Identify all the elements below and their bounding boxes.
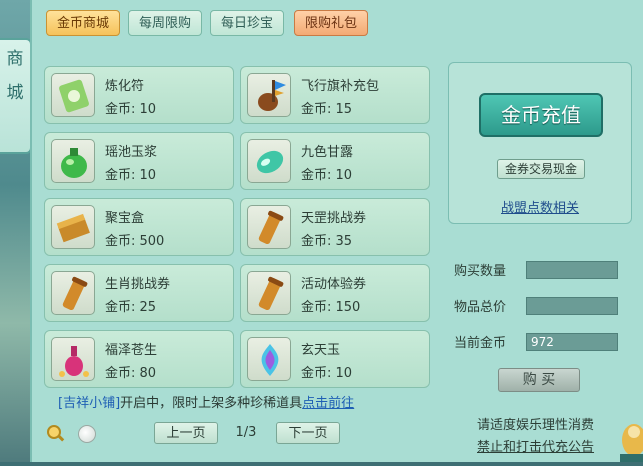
item-price: 金币: 10 (301, 366, 353, 381)
notice-link[interactable]: 点击前往 (302, 396, 354, 411)
item-card[interactable]: 聚宝盒 金币: 500 (44, 198, 234, 256)
sidebar-tab-char-2: 城 (6, 83, 24, 103)
item-card[interactable]: 玄天玉 金币: 10 (240, 330, 430, 388)
item-name: 福泽苍生 (105, 343, 158, 358)
current-coins-field: 972 (526, 333, 618, 351)
scroll-icon (51, 271, 95, 315)
item-price: 金币: 150 (301, 300, 361, 315)
sidebar-tab-char-1: 商 (6, 49, 24, 69)
toggle-dot[interactable] (78, 425, 96, 443)
nectar-icon (247, 139, 291, 183)
item-name: 生肖挑战券 (105, 277, 171, 292)
shop-panel: 金币商城 每周限购 每日珍宝 限购礼包 炼化符 金币: 10 飞行旗补充包 金币… (30, 0, 643, 462)
buy-button[interactable]: 购 买 (498, 368, 580, 392)
scroll-icon (247, 205, 291, 249)
tab-limited-pack[interactable]: 限购礼包 (294, 10, 368, 36)
item-name: 炼化符 (105, 79, 145, 94)
moderation-notice: 请适度娱乐理性消费 (477, 418, 595, 433)
item-price: 金币: 25 (105, 300, 157, 315)
item-price: 金币: 80 (105, 366, 157, 381)
item-price: 金币: 10 (105, 102, 157, 117)
item-price: 金币: 10 (301, 168, 353, 183)
flag-pack-icon (247, 73, 291, 117)
quantity-label: 购买数量 (454, 264, 507, 279)
item-card[interactable]: 活动体验券 金币: 150 (240, 264, 430, 322)
anti-proxy-notice-link[interactable]: 禁止和打击代充公告 (477, 436, 594, 455)
lucky-vase-icon (51, 337, 95, 381)
sidebar-tab-shop[interactable]: 商 城 (0, 38, 32, 154)
item-name: 活动体验券 (301, 277, 367, 292)
character-icon (616, 410, 643, 462)
jade-potion-icon (51, 139, 95, 183)
scroll-icon (247, 271, 291, 315)
item-card[interactable]: 九色甘露 金币: 10 (240, 132, 430, 190)
item-card[interactable]: 瑶池玉浆 金币: 10 (44, 132, 234, 190)
quantity-field[interactable] (526, 261, 618, 279)
magnifier-icon[interactable] (46, 424, 66, 444)
tab-daily-treasure[interactable]: 每日珍宝 (210, 10, 284, 36)
item-card[interactable]: 福泽苍生 金币: 80 (44, 330, 234, 388)
item-card[interactable]: 炼化符 金币: 10 (44, 66, 234, 124)
total-price-label: 物品总价 (454, 300, 507, 315)
mystic-jade-icon (247, 337, 291, 381)
item-name: 飞行旗补充包 (301, 79, 380, 94)
current-coins-label: 当前金币 (454, 336, 507, 351)
tab-gold-shop[interactable]: 金币商城 (46, 10, 120, 36)
item-grid: 炼化符 金币: 10 飞行旗补充包 金币: 15 瑶池玉浆 金币: 10 九色甘… (36, 60, 434, 390)
recharge-button[interactable]: 金币充值 (479, 93, 603, 137)
item-price: 金币: 35 (301, 234, 353, 249)
tab-weekly-limit[interactable]: 每周限购 (128, 10, 202, 36)
item-name: 瑶池玉浆 (105, 145, 158, 160)
notice-shop-name: [吉祥小铺] (58, 396, 121, 411)
item-name: 天罡挑战券 (301, 211, 367, 226)
item-card[interactable]: 天罡挑战券 金币: 35 (240, 198, 430, 256)
next-page-button[interactable]: 下一页 (276, 422, 340, 444)
item-name: 玄天玉 (301, 343, 341, 358)
treasure-box-icon (51, 205, 95, 249)
total-price-field (526, 297, 618, 315)
page-indicator: 1/3 (235, 425, 257, 440)
item-name: 九色甘露 (301, 145, 354, 160)
talisman-icon (51, 73, 95, 117)
item-card[interactable]: 生肖挑战券 金币: 25 (44, 264, 234, 322)
item-price: 金币: 10 (105, 168, 157, 183)
item-card[interactable]: 飞行旗补充包 金币: 15 (240, 66, 430, 124)
tab-bar: 金币商城 每周限购 每日珍宝 限购礼包 (32, 0, 643, 42)
league-points-link[interactable]: 战盟点数相关 (501, 197, 579, 216)
item-name: 聚宝盒 (105, 211, 145, 226)
prev-page-button[interactable]: 上一页 (154, 422, 218, 444)
exchange-button[interactable]: 金券交易现金 (497, 159, 585, 179)
item-price: 金币: 15 (301, 102, 353, 117)
notice-text: 开启中，限时上架多种珍稀道具 (120, 396, 303, 411)
item-price: 金币: 500 (105, 234, 165, 249)
shop-notice: [吉祥小铺]开启中，限时上架多种珍稀道具点击前往 (58, 392, 354, 411)
recharge-box: 金币充值 金券交易现金 战盟点数相关 (448, 62, 632, 224)
